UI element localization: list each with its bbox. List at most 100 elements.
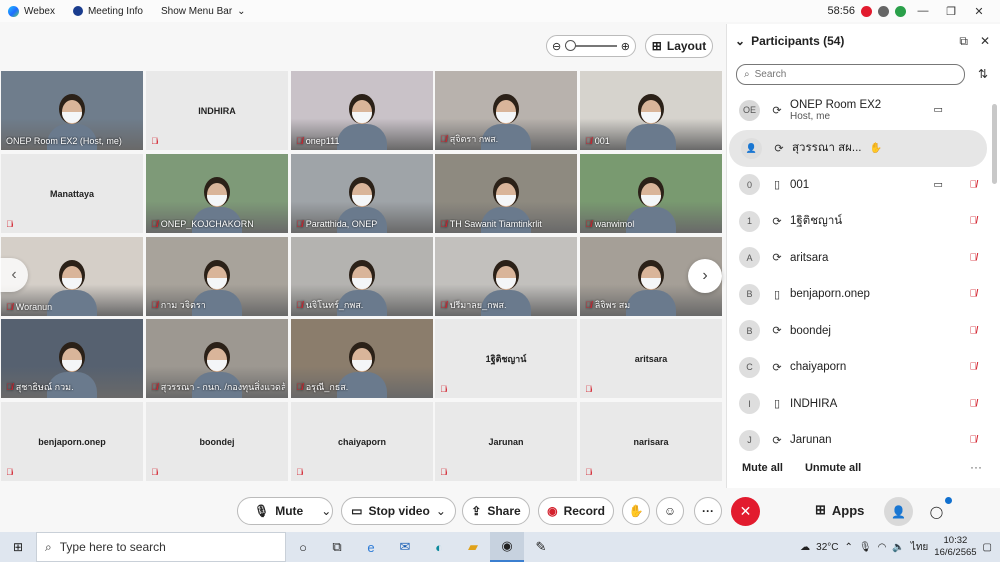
participant-row[interactable]: J ⟳ Jarunan 🎙̸ — [727, 422, 989, 459]
participant-row[interactable]: B ▯ benjaporn.onep 🎙̸ — [727, 276, 989, 313]
start-button[interactable]: ⊞ — [0, 532, 36, 562]
meeting-info-button[interactable]: Meeting Info — [72, 6, 143, 17]
video-tile[interactable]: Manattaya 🎙̸ — [1, 154, 143, 233]
sort-icon[interactable]: ⇅ — [978, 67, 988, 81]
close-panel-icon[interactable]: ✕ — [980, 34, 990, 49]
video-tile[interactable]: 🎙̸ กาม วจิตรา — [146, 237, 288, 316]
video-tile[interactable]: boondej 🎙̸ — [146, 402, 288, 481]
end-call-button[interactable]: ✕ — [731, 497, 760, 526]
zoom-out-icon[interactable]: ⊖ — [552, 40, 561, 53]
stop-video-button[interactable]: ▭ Stop video ⌄ — [341, 497, 456, 525]
participant-search[interactable]: ⌕ — [736, 64, 965, 85]
video-tile[interactable]: 🎙̸ นจิโนทร์_กพส. — [291, 237, 433, 316]
mail-icon[interactable]: ✉ — [388, 532, 422, 562]
video-tile[interactable]: 🎙̸ สุชาธิษณ์ กวม. — [1, 319, 143, 398]
participant-row[interactable]: OE ⟳ ONEP Room EX2 Host, me ▭ — [727, 90, 989, 130]
video-tile[interactable]: 🎙̸ สุวรรณา - กนก. /กองทุนสิ่งแวดล้อ — [146, 319, 288, 398]
participant-list-scrollbar[interactable] — [992, 104, 997, 184]
webex-taskbar-icon[interactable]: ◉ — [490, 532, 524, 562]
mic-muted-icon[interactable]: 🎙̸ — [970, 289, 978, 300]
edge-icon[interactable]: ◐ — [422, 532, 456, 562]
participant-avatar: 0 — [739, 174, 760, 196]
record-button[interactable]: ◉ Record — [538, 497, 614, 525]
zoom-slider[interactable] — [565, 40, 617, 51]
participant-row[interactable]: 1 ⟳ 1ฐิติชญาน์ 🎙̸ — [727, 203, 989, 240]
participant-row[interactable]: C ⟳ chaiyaporn 🎙̸ — [727, 349, 989, 386]
mic-muted-icon: 🎙̸ — [6, 382, 13, 392]
video-tile[interactable]: 🎙̸ สุจิตรา กพส. — [435, 71, 577, 150]
mic-muted-icon[interactable]: 🎙̸ — [970, 362, 978, 373]
participant-row[interactable]: 0 ▯ 001 ▭ 🎙̸ — [727, 167, 989, 204]
participants-toggle-button[interactable]: 👤 — [884, 497, 913, 526]
video-tile[interactable]: ONEP Room EX2 (Host, me) — [1, 71, 143, 150]
record-label: Record — [563, 504, 605, 518]
mute-all-button[interactable]: Mute all — [742, 462, 783, 474]
video-tile[interactable]: 🎙̸ TH Sawanit Tiamtinkrlit — [435, 154, 577, 233]
video-tile[interactable]: 1ฐิติชญาน์ 🎙̸ — [435, 319, 577, 398]
file-explorer-icon[interactable]: ▰ — [456, 532, 490, 562]
video-tile[interactable]: 🎙̸ ปรีมาลย_กพส. — [435, 237, 577, 316]
video-tile[interactable]: INDHIRA 🎙̸ — [146, 71, 288, 150]
cortana-icon[interactable]: ○ — [286, 532, 320, 562]
zoom-slider-knob[interactable] — [565, 40, 577, 51]
mute-options-chevron-icon[interactable]: ⌄ — [321, 504, 331, 518]
raise-hand-button[interactable]: ✋ — [622, 497, 650, 525]
paint-icon[interactable]: ✎ — [524, 532, 558, 562]
minimize-button[interactable]: — — [912, 5, 934, 17]
video-tile[interactable]: narisara 🎙̸ — [580, 402, 722, 481]
video-options-chevron-icon[interactable]: ⌄ — [436, 504, 446, 518]
participant-row[interactable]: I ▯ INDHIRA 🎙̸ — [727, 386, 989, 423]
tile-label: 🎙̸ ปรีมาลย_กพส. — [440, 298, 506, 312]
video-tile[interactable]: 🎙̸ wanwimol — [580, 154, 722, 233]
taskbar-search[interactable]: ⌕ Type here to search — [36, 532, 286, 562]
task-view-icon[interactable]: ⧉ — [320, 532, 354, 562]
close-window-button[interactable]: ✕ — [968, 5, 990, 18]
mic-muted-icon[interactable]: 🎙̸ — [970, 216, 978, 227]
video-tile[interactable]: 🎙̸ อรุณี_กธส. — [291, 319, 433, 398]
more-options-icon[interactable]: ··· — [970, 460, 982, 474]
mute-button[interactable]: 🎙 Mute ⌄ — [237, 497, 333, 525]
tile-label: 🎙̸ onep111 — [296, 136, 339, 146]
mic-muted-icon[interactable]: 🎙̸ — [970, 325, 978, 336]
video-tile[interactable]: chaiyaporn 🎙̸ — [291, 402, 433, 481]
show-menu-bar-button[interactable]: Show Menu Bar ⌄ — [161, 6, 246, 17]
video-tile[interactable]: 🎙̸ ONEP_KOJCHAKORN — [146, 154, 288, 233]
participant-row[interactable]: 👤 ⟳ สุวรรณา สผ... ✋ — [729, 130, 987, 167]
reactions-button[interactable]: ☺ — [656, 497, 684, 525]
video-tile[interactable]: Jarunan 🎙̸ — [435, 402, 577, 481]
collapse-chevron-icon[interactable]: ⌄ — [735, 34, 745, 48]
mic-muted-icon[interactable]: 🎙̸ — [970, 179, 978, 190]
notifications-icon[interactable]: ▢ — [983, 542, 992, 553]
webex-menu[interactable]: Webex — [8, 5, 55, 17]
share-button[interactable]: ⇪ Share — [462, 497, 530, 525]
video-tile[interactable]: 🎙̸ Paratthida, ONEP — [291, 154, 433, 233]
participant-name: boondej — [790, 324, 831, 337]
participants-header[interactable]: ⌄ Participants (54) — [735, 34, 844, 48]
ie-icon[interactable]: e — [354, 532, 388, 562]
tray-chevron-icon[interactable]: ⌃ — [845, 542, 853, 553]
next-page-arrow[interactable]: › — [688, 259, 722, 293]
mic-muted-icon: 🎙̸ — [585, 300, 592, 310]
mic-muted-icon[interactable]: 🎙̸ — [970, 435, 978, 446]
unmute-all-button[interactable]: Unmute all — [805, 462, 861, 474]
mic-muted-icon[interactable]: 🎙̸ — [970, 252, 978, 263]
tile-participant-name: Paratthida, ONEP — [305, 219, 378, 229]
clock[interactable]: 10:32 16/6/2565 — [934, 535, 976, 559]
participant-row[interactable]: B ⟳ boondej 🎙̸ — [727, 313, 989, 350]
participant-search-input[interactable] — [754, 69, 935, 80]
pop-out-icon[interactable]: ⧉ — [959, 34, 968, 49]
restore-button[interactable]: ❐ — [940, 5, 962, 18]
video-tile[interactable]: 🎙̸ onep111 — [291, 71, 433, 150]
video-tile[interactable]: benjaporn.onep 🎙̸ — [1, 402, 143, 481]
tile-label: 🎙̸ Paratthida, ONEP — [296, 219, 377, 229]
mic-muted-icon: 🎙̸ — [296, 136, 303, 146]
mic-muted-icon[interactable]: 🎙̸ — [970, 398, 978, 409]
language-indicator[interactable]: ไทย — [911, 540, 928, 555]
more-controls-button[interactable]: ··· — [694, 497, 722, 525]
video-tile[interactable]: aritsara 🎙̸ — [580, 319, 722, 398]
participant-row[interactable]: A ⟳ aritsara 🎙̸ — [727, 240, 989, 277]
layout-button[interactable]: ⊞ Layout — [645, 34, 713, 58]
zoom-in-icon[interactable]: ⊕ — [621, 40, 630, 53]
apps-button[interactable]: ⊞ Apps — [815, 502, 864, 518]
video-tile[interactable]: 🎙̸ 001 — [580, 71, 722, 150]
